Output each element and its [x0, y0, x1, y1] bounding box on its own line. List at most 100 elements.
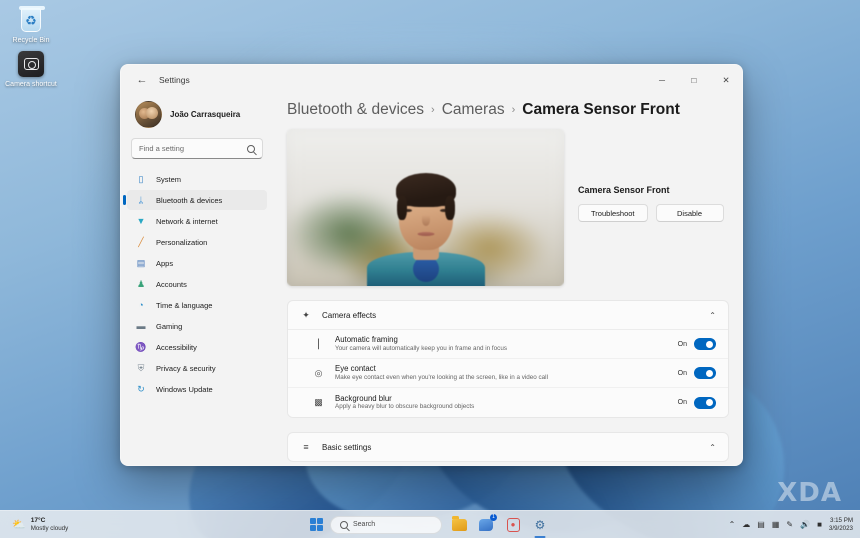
effect-text: Background blur Apply a heavy blur to ob…	[335, 394, 668, 412]
camera-effects-card: ✦ Camera effects ⌃ ⎮ Automatic framing Y…	[287, 300, 729, 418]
pen-icon[interactable]: ✎	[786, 520, 793, 529]
keyboard-icon[interactable]: ▤	[757, 520, 765, 529]
effect-title: Eye contact	[335, 364, 376, 374]
content-area: Bluetooth & devices › Cameras › Camera S…	[273, 95, 742, 465]
sidebar-item-system[interactable]: ▯ System	[127, 169, 267, 189]
weather-condition: Mostly cloudy	[30, 525, 69, 533]
file-explorer-icon[interactable]	[449, 515, 469, 535]
eye-contact-icon: ◎	[314, 367, 323, 378]
watermark: XDA	[777, 478, 842, 508]
cloud-icon[interactable]: ☁	[742, 520, 750, 529]
chevron-right-icon: ›	[511, 104, 516, 116]
effect-text: Automatic framing Your camera will autom…	[335, 335, 668, 353]
disable-button[interactable]: Disable	[655, 204, 724, 222]
camera-icon	[17, 50, 45, 78]
sidebar-item-apps[interactable]: ▤ Apps	[127, 253, 267, 273]
close-button[interactable]: ✕	[710, 65, 742, 95]
breadcrumb: Bluetooth & devices › Cameras › Camera S…	[287, 95, 729, 129]
back-arrow-icon[interactable]: ←	[129, 69, 155, 91]
sidebar-item-label: Accessibility	[156, 342, 197, 352]
chat-icon[interactable]: 1	[476, 513, 497, 535]
toggle-state-label: On	[677, 340, 687, 348]
camera-effects-list: ⎮ Automatic framing Your camera will aut…	[288, 329, 728, 417]
effect-description: Make eye contact even when you're lookin…	[335, 373, 548, 381]
maximize-button[interactable]: □	[678, 65, 710, 95]
breadcrumb-item-current: Camera Sensor Front	[522, 101, 680, 118]
network-icon[interactable]: ▦	[772, 520, 780, 529]
sidebar-item-network-internet[interactable]: ▼ Network & internet	[127, 211, 267, 231]
device-buttons: Troubleshoot Disable	[578, 204, 724, 222]
sidebar-item-personalization[interactable]: ╱ Personalization	[127, 232, 267, 252]
partly-cloudy-icon: ⛅	[12, 518, 26, 531]
toggle-state-label: On	[677, 369, 687, 377]
sidebar-item-label: Bluetooth & devices	[156, 195, 223, 205]
recycle-bin-icon	[17, 6, 45, 34]
sidebar-item-label: Apps	[156, 258, 174, 268]
breadcrumb-item-bluetooth-devices[interactable]: Bluetooth & devices	[287, 101, 424, 119]
weather-text: 17°C Mostly cloudy	[31, 517, 68, 533]
blur-icon: ▩	[314, 397, 323, 407]
profile-name: João Carrasqueira	[170, 110, 241, 119]
profile[interactable]: João Carrasqueira	[127, 95, 267, 138]
account-icon: ♟	[136, 278, 146, 289]
sidebar-item-privacy-security[interactable]: ⛨ Privacy & security	[127, 358, 267, 378]
camera-effects-title: Camera effects	[322, 310, 377, 320]
chevron-up-icon[interactable]: ⌃	[709, 443, 716, 452]
search-box[interactable]	[131, 138, 263, 159]
camera-effects-header[interactable]: ✦ Camera effects ⌃	[288, 301, 728, 329]
camera-preview	[287, 129, 564, 286]
sidebar-item-accessibility[interactable]: ♑ Accessibility	[127, 337, 267, 357]
battery-icon[interactable]: ■	[817, 520, 822, 529]
background-blur-toggle[interactable]	[694, 396, 716, 409]
automatic-framing-toggle[interactable]	[694, 338, 716, 350]
effect-row-background-blur: ▩ Background blur Apply a heavy blur to …	[288, 388, 728, 417]
taskbar-center: Search 1 ● ⚙	[310, 513, 550, 535]
update-icon: ↻	[137, 383, 145, 394]
sliders-icon: ≡	[303, 442, 309, 452]
effect-title: Automatic framing	[335, 335, 398, 345]
taskbar: Search 1 ● ⚙ ⌃ ☁ ▤ ▦ ✎ 🔊 ■ 3:15 PM 3/9/2…	[0, 510, 860, 538]
search-input[interactable]	[139, 144, 242, 153]
search-icon	[340, 520, 348, 529]
sidebar-item-label: Windows Update	[156, 384, 213, 394]
breadcrumb-item-cameras[interactable]: Cameras	[442, 101, 505, 119]
sidebar-item-label: Time & language	[156, 300, 213, 310]
sidebar-item-label: Gaming	[156, 321, 183, 331]
basic-settings-title: Basic settings	[322, 442, 372, 452]
sidebar-item-gaming[interactable]: ▬ Gaming	[127, 316, 267, 336]
basic-settings-header[interactable]: ≡ Basic settings ⌃	[288, 433, 728, 461]
sidebar-item-label: Privacy & security	[156, 363, 216, 373]
system-tray: ⌃ ☁ ▤ ▦ ✎ 🔊 ■ 3:15 PM 3/9/2023	[729, 517, 853, 533]
avatar	[135, 101, 162, 128]
chevron-up-icon[interactable]: ⌃	[709, 311, 716, 320]
effect-description: Apply a heavy blur to obscure background…	[335, 403, 475, 411]
monitor-icon: ▯	[138, 173, 144, 184]
antivirus-icon[interactable]: ●	[503, 515, 523, 535]
sidebar-item-bluetooth-devices[interactable]: ᛦ Bluetooth & devices	[123, 190, 267, 210]
chat-badge: 1	[490, 513, 497, 521]
sidebar-item-accounts[interactable]: ♟ Accounts	[127, 274, 267, 294]
shield-icon: ⛨	[137, 362, 145, 373]
taskbar-search-placeholder: Search	[353, 521, 376, 528]
effect-row-eye-contact: ◎ Eye contact Make eye contact even when…	[288, 359, 728, 388]
weather-widget[interactable]: ⛅ 17°C Mostly cloudy	[6, 515, 74, 535]
desktop-icon-camera-shortcut[interactable]: Camera shortcut	[2, 50, 60, 90]
accessibility-icon: ♑	[135, 341, 147, 352]
effect-toggle-group: On	[678, 367, 716, 379]
chevron-up-icon[interactable]: ⌃	[729, 520, 736, 529]
effect-text: Eye contact Make eye contact even when y…	[335, 364, 668, 382]
volume-icon[interactable]: 🔊	[800, 520, 810, 529]
minimize-button[interactable]: ─	[646, 65, 678, 95]
sidebar-item-windows-update[interactable]: ↻ Windows Update	[127, 379, 267, 399]
sidebar-item-time-language[interactable]: ◔ Time & language	[127, 295, 267, 315]
troubleshoot-button[interactable]: Troubleshoot	[578, 204, 648, 222]
desktop-icon-recycle-bin[interactable]: Recycle Bin	[2, 6, 60, 46]
clock[interactable]: 3:15 PM 3/9/2023	[829, 517, 853, 533]
sparkle-icon: ✦	[302, 309, 310, 320]
framing-icon: ⎮	[316, 338, 321, 349]
taskbar-search[interactable]: Search	[330, 515, 442, 534]
start-button[interactable]	[310, 518, 323, 531]
search-icon	[247, 144, 255, 153]
settings-gear-icon[interactable]: ⚙	[530, 515, 550, 535]
eye-contact-toggle[interactable]	[694, 367, 716, 379]
